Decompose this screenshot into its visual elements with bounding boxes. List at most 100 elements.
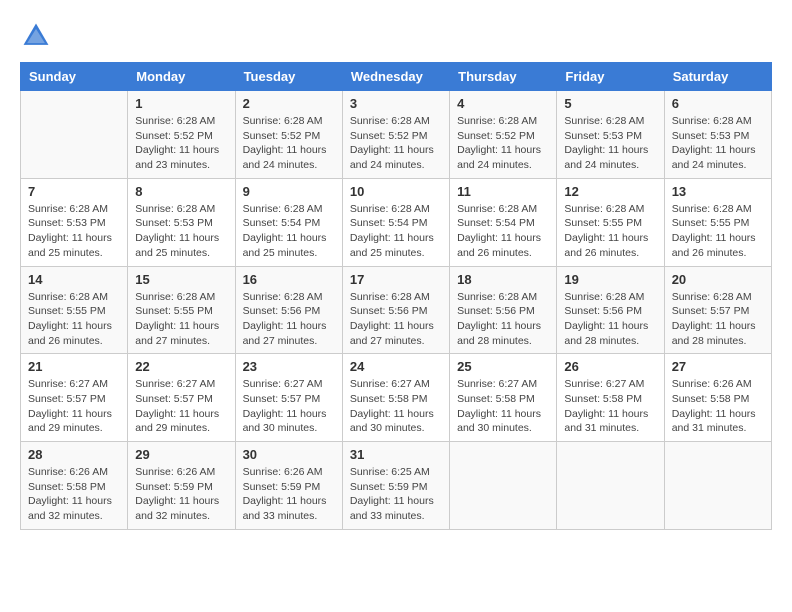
day-info: Sunrise: 6:27 AMSunset: 5:57 PMDaylight:… xyxy=(135,377,227,436)
day-number: 30 xyxy=(243,447,335,462)
day-info: Sunrise: 6:28 AMSunset: 5:52 PMDaylight:… xyxy=(457,114,549,173)
calendar-table: SundayMondayTuesdayWednesdayThursdayFrid… xyxy=(20,62,772,530)
day-info: Sunrise: 6:28 AMSunset: 5:55 PMDaylight:… xyxy=(564,202,656,261)
day-number: 19 xyxy=(564,272,656,287)
day-info: Sunrise: 6:27 AMSunset: 5:58 PMDaylight:… xyxy=(564,377,656,436)
day-number: 22 xyxy=(135,359,227,374)
calendar-cell: 8 Sunrise: 6:28 AMSunset: 5:53 PMDaylight… xyxy=(128,178,235,266)
calendar-cell: 22 Sunrise: 6:27 AMSunset: 5:57 PMDayligh… xyxy=(128,354,235,442)
calendar-cell: 24 Sunrise: 6:27 AMSunset: 5:58 PMDayligh… xyxy=(342,354,449,442)
day-info: Sunrise: 6:28 AMSunset: 5:52 PMDaylight:… xyxy=(135,114,227,173)
calendar-cell: 26 Sunrise: 6:27 AMSunset: 5:58 PMDayligh… xyxy=(557,354,664,442)
calendar-cell: 10 Sunrise: 6:28 AMSunset: 5:54 PMDayligh… xyxy=(342,178,449,266)
calendar-cell: 15Sunrise: 6:28 AMSunset: 5:55 PMDayligh… xyxy=(128,266,235,354)
day-number: 4 xyxy=(457,96,549,111)
day-number: 31 xyxy=(350,447,442,462)
calendar-cell: 17 Sunrise: 6:28 AMSunset: 5:56 PMDayligh… xyxy=(342,266,449,354)
calendar-cell xyxy=(664,442,771,530)
day-number: 9 xyxy=(243,184,335,199)
day-info: Sunrise: 6:28 AMSunset: 5:53 PMDaylight:… xyxy=(28,202,120,261)
day-number: 15 xyxy=(135,272,227,287)
calendar-week-1: 1 Sunrise: 6:28 AMSunset: 5:52 PMDaylight… xyxy=(21,91,772,179)
header xyxy=(20,20,772,52)
calendar-cell xyxy=(21,91,128,179)
day-info: Sunrise: 6:28 AMSunset: 5:57 PMDaylight:… xyxy=(672,290,764,349)
day-number: 17 xyxy=(350,272,442,287)
header-cell-tuesday: Tuesday xyxy=(235,63,342,91)
calendar-cell: 18 Sunrise: 6:28 AMSunset: 5:56 PMDayligh… xyxy=(450,266,557,354)
calendar-cell: 7Sunrise: 6:28 AMSunset: 5:53 PMDaylight… xyxy=(21,178,128,266)
calendar-cell: 27 Sunrise: 6:26 AMSunset: 5:58 PMDayligh… xyxy=(664,354,771,442)
header-cell-friday: Friday xyxy=(557,63,664,91)
calendar-cell: 4 Sunrise: 6:28 AMSunset: 5:52 PMDaylight… xyxy=(450,91,557,179)
day-info: Sunrise: 6:28 AMSunset: 5:54 PMDaylight:… xyxy=(350,202,442,261)
calendar-cell: 25 Sunrise: 6:27 AMSunset: 5:58 PMDayligh… xyxy=(450,354,557,442)
logo-icon xyxy=(20,20,52,52)
calendar-cell: 23Sunrise: 6:27 AMSunset: 5:57 PMDayligh… xyxy=(235,354,342,442)
day-info: Sunrise: 6:27 AMSunset: 5:57 PMDaylight:… xyxy=(28,377,120,436)
calendar-cell: 21Sunrise: 6:27 AMSunset: 5:57 PMDayligh… xyxy=(21,354,128,442)
day-number: 14 xyxy=(28,272,120,287)
day-number: 27 xyxy=(672,359,764,374)
day-number: 5 xyxy=(564,96,656,111)
day-info: Sunrise: 6:26 AMSunset: 5:58 PMDaylight:… xyxy=(672,377,764,436)
calendar-cell: 28Sunrise: 6:26 AMSunset: 5:58 PMDayligh… xyxy=(21,442,128,530)
day-info: Sunrise: 6:28 AMSunset: 5:53 PMDaylight:… xyxy=(564,114,656,173)
day-info: Sunrise: 6:27 AMSunset: 5:58 PMDaylight:… xyxy=(457,377,549,436)
day-number: 18 xyxy=(457,272,549,287)
day-number: 8 xyxy=(135,184,227,199)
day-info: Sunrise: 6:28 AMSunset: 5:56 PMDaylight:… xyxy=(350,290,442,349)
calendar-week-3: 14 Sunrise: 6:28 AMSunset: 5:55 PMDayligh… xyxy=(21,266,772,354)
calendar-cell: 1 Sunrise: 6:28 AMSunset: 5:52 PMDaylight… xyxy=(128,91,235,179)
calendar-cell: 5 Sunrise: 6:28 AMSunset: 5:53 PMDaylight… xyxy=(557,91,664,179)
day-info: Sunrise: 6:28 AMSunset: 5:52 PMDaylight:… xyxy=(243,114,335,173)
calendar-cell xyxy=(450,442,557,530)
header-cell-saturday: Saturday xyxy=(664,63,771,91)
day-number: 28 xyxy=(28,447,120,462)
day-info: Sunrise: 6:28 AMSunset: 5:56 PMDaylight:… xyxy=(243,290,335,349)
calendar-cell: 20 Sunrise: 6:28 AMSunset: 5:57 PMDayligh… xyxy=(664,266,771,354)
day-number: 11 xyxy=(457,184,549,199)
day-number: 2 xyxy=(243,96,335,111)
day-info: Sunrise: 6:28 AMSunset: 5:56 PMDaylight:… xyxy=(564,290,656,349)
day-info: Sunrise: 6:26 AMSunset: 5:59 PMDaylight:… xyxy=(135,465,227,524)
calendar-week-4: 21Sunrise: 6:27 AMSunset: 5:57 PMDayligh… xyxy=(21,354,772,442)
day-number: 23 xyxy=(243,359,335,374)
day-info: Sunrise: 6:25 AMSunset: 5:59 PMDaylight:… xyxy=(350,465,442,524)
calendar-cell: 16 Sunrise: 6:28 AMSunset: 5:56 PMDayligh… xyxy=(235,266,342,354)
calendar-week-2: 7Sunrise: 6:28 AMSunset: 5:53 PMDaylight… xyxy=(21,178,772,266)
day-number: 16 xyxy=(243,272,335,287)
calendar-cell: 30Sunrise: 6:26 AMSunset: 5:59 PMDayligh… xyxy=(235,442,342,530)
day-number: 13 xyxy=(672,184,764,199)
day-number: 25 xyxy=(457,359,549,374)
day-info: Sunrise: 6:28 AMSunset: 5:54 PMDaylight:… xyxy=(457,202,549,261)
day-info: Sunrise: 6:27 AMSunset: 5:58 PMDaylight:… xyxy=(350,377,442,436)
calendar-cell: 12Sunrise: 6:28 AMSunset: 5:55 PMDayligh… xyxy=(557,178,664,266)
calendar-header: SundayMondayTuesdayWednesdayThursdayFrid… xyxy=(21,63,772,91)
day-info: Sunrise: 6:28 AMSunset: 5:55 PMDaylight:… xyxy=(672,202,764,261)
day-info: Sunrise: 6:28 AMSunset: 5:56 PMDaylight:… xyxy=(457,290,549,349)
day-info: Sunrise: 6:28 AMSunset: 5:55 PMDaylight:… xyxy=(28,290,120,349)
header-cell-thursday: Thursday xyxy=(450,63,557,91)
logo xyxy=(20,20,56,52)
day-info: Sunrise: 6:28 AMSunset: 5:53 PMDaylight:… xyxy=(135,202,227,261)
calendar-week-5: 28Sunrise: 6:26 AMSunset: 5:58 PMDayligh… xyxy=(21,442,772,530)
calendar-cell: 19 Sunrise: 6:28 AMSunset: 5:56 PMDayligh… xyxy=(557,266,664,354)
day-info: Sunrise: 6:28 AMSunset: 5:53 PMDaylight:… xyxy=(672,114,764,173)
calendar-cell: 3Sunrise: 6:28 AMSunset: 5:52 PMDaylight… xyxy=(342,91,449,179)
header-cell-sunday: Sunday xyxy=(21,63,128,91)
header-cell-monday: Monday xyxy=(128,63,235,91)
day-number: 29 xyxy=(135,447,227,462)
day-number: 3 xyxy=(350,96,442,111)
calendar-cell: 29 Sunrise: 6:26 AMSunset: 5:59 PMDayligh… xyxy=(128,442,235,530)
calendar-cell: 31 Sunrise: 6:25 AMSunset: 5:59 PMDayligh… xyxy=(342,442,449,530)
day-number: 1 xyxy=(135,96,227,111)
day-number: 26 xyxy=(564,359,656,374)
calendar-cell: 9 Sunrise: 6:28 AMSunset: 5:54 PMDaylight… xyxy=(235,178,342,266)
day-info: Sunrise: 6:28 AMSunset: 5:54 PMDaylight:… xyxy=(243,202,335,261)
day-number: 24 xyxy=(350,359,442,374)
calendar-cell: 13 Sunrise: 6:28 AMSunset: 5:55 PMDayligh… xyxy=(664,178,771,266)
calendar-cell: 6Sunrise: 6:28 AMSunset: 5:53 PMDaylight… xyxy=(664,91,771,179)
day-number: 20 xyxy=(672,272,764,287)
day-number: 10 xyxy=(350,184,442,199)
